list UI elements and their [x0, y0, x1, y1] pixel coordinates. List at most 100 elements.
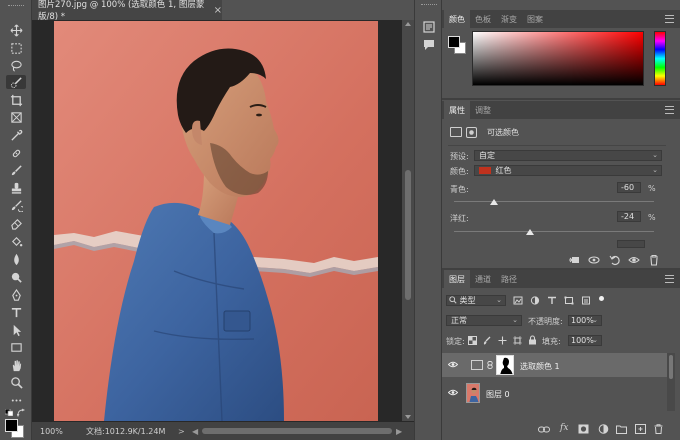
hue-slider[interactable] [654, 31, 666, 86]
swap-colors-icon[interactable] [16, 408, 26, 418]
properties-panel-menu-icon[interactable] [665, 106, 674, 114]
hand-tool-icon[interactable] [6, 358, 26, 372]
tab-channels[interactable]: 通道 [470, 270, 496, 288]
default-colors-icon[interactable] [4, 408, 14, 417]
crop-tool-icon[interactable] [6, 93, 26, 107]
scroll-right-icon[interactable]: ▶ [396, 427, 402, 436]
tab-properties[interactable]: 属性 [444, 101, 470, 119]
filter-toggle-dot[interactable] [599, 296, 604, 301]
next-slider-stub[interactable] [617, 240, 645, 248]
colors-select[interactable]: 红色 ⌄ [474, 165, 662, 176]
new-adjustment-layer-icon[interactable] [598, 424, 609, 434]
blend-mode-select[interactable]: 正常 ⌄ [446, 315, 522, 326]
close-icon[interactable]: × [214, 5, 222, 16]
frame-tool-icon[interactable] [6, 110, 26, 124]
document-tab[interactable]: 图片270.jpg @ 100% (选取颜色 1, 图层蒙版/8) * × [32, 0, 222, 22]
panel-grip[interactable] [8, 5, 24, 7]
blur-tool-icon[interactable] [6, 252, 26, 266]
history-panel-icon[interactable] [421, 20, 437, 34]
layer-thumbnail[interactable] [466, 383, 480, 403]
tab-color[interactable]: 颜色 [444, 10, 470, 28]
brush-tool-icon[interactable] [6, 163, 26, 177]
filter-smart-object-icon[interactable] [581, 296, 591, 305]
edit-toolbar-icon[interactable] [6, 393, 26, 407]
clip-to-layer-icon[interactable] [568, 254, 580, 266]
filter-shape-icon[interactable] [564, 296, 574, 305]
fill-input[interactable]: 100% ⌄ [568, 335, 602, 346]
cyan-input[interactable]: -60 [617, 182, 641, 193]
new-layer-icon[interactable] [635, 424, 646, 434]
image-canvas[interactable] [54, 21, 378, 421]
dodge-tool-icon[interactable] [6, 270, 26, 284]
scroll-up-icon[interactable] [405, 22, 411, 26]
zoom-tool-icon[interactable] [6, 375, 26, 389]
tab-paths[interactable]: 路径 [496, 270, 522, 288]
layers-scrollbar[interactable] [667, 353, 675, 411]
eyedropper-tool-icon[interactable] [6, 128, 26, 142]
status-menu-arrow[interactable]: > [178, 427, 185, 436]
zoom-level[interactable]: 100% [40, 427, 63, 436]
lock-all-icon[interactable] [528, 335, 537, 345]
eye-icon[interactable] [448, 361, 458, 368]
move-tool-icon[interactable] [6, 23, 26, 37]
lock-position-icon[interactable] [498, 336, 507, 345]
paint-bucket-tool-icon[interactable] [6, 234, 26, 248]
dock-grip[interactable] [421, 4, 437, 5]
eraser-tool-icon[interactable] [6, 216, 26, 230]
scrollbar-thumb[interactable] [405, 170, 411, 300]
filter-pixel-icon[interactable] [513, 296, 523, 305]
reset-icon[interactable] [609, 254, 621, 266]
lock-image-pixels-icon[interactable] [483, 336, 492, 345]
new-group-icon[interactable] [616, 424, 627, 434]
filter-type-icon[interactable] [547, 296, 557, 305]
preset-select[interactable]: 自定 ⌄ [474, 150, 662, 161]
pen-tool-icon[interactable] [6, 288, 26, 302]
clone-stamp-tool-icon[interactable] [6, 181, 26, 195]
tab-patterns[interactable]: 图案 [522, 10, 548, 28]
layer-mask-thumbnail[interactable] [496, 355, 514, 375]
rectangle-tool-icon[interactable] [6, 340, 26, 354]
path-selection-tool-icon[interactable] [6, 323, 26, 337]
layer-filter-select[interactable]: 类型 ⌄ [446, 295, 506, 306]
horizontal-scrollbar-thumb[interactable] [202, 428, 392, 434]
opacity-input[interactable]: 100% ⌄ [568, 315, 602, 326]
healing-brush-tool-icon[interactable] [6, 146, 26, 160]
scroll-down-icon[interactable] [405, 415, 411, 419]
foreground-color-swatch[interactable] [5, 419, 18, 432]
lock-transparent-pixels-icon[interactable] [468, 336, 477, 345]
layer-name[interactable]: 选取颜色 1 [520, 361, 560, 372]
adjustment-layer-thumbnail[interactable] [471, 360, 483, 370]
quick-selection-tool-icon[interactable] [6, 75, 26, 89]
view-previous-state-icon[interactable] [588, 254, 600, 266]
scroll-left-icon[interactable]: ◀ [192, 427, 198, 436]
mask-icon[interactable] [466, 126, 477, 138]
link-layers-icon[interactable] [538, 425, 550, 434]
delete-layer-icon[interactable] [653, 424, 664, 434]
tab-gradients[interactable]: 渐变 [496, 10, 522, 28]
eye-icon[interactable] [448, 389, 458, 396]
lock-artboard-icon[interactable] [513, 336, 522, 345]
magenta-slider-track[interactable] [454, 231, 654, 232]
fx-icon[interactable]: fx [560, 423, 568, 433]
type-tool-icon[interactable] [6, 305, 26, 319]
color-field[interactable] [472, 31, 644, 86]
layer-row-selective-color[interactable]: 选取颜色 1 [442, 353, 667, 377]
layers-panel-menu-icon[interactable] [665, 275, 674, 283]
magenta-slider-knob[interactable] [526, 229, 534, 235]
adjustment-layer-icon[interactable] [450, 127, 462, 137]
color-panel-menu-icon[interactable] [665, 15, 674, 23]
tab-swatches[interactable]: 色板 [470, 10, 496, 28]
layer-name[interactable]: 图层 0 [486, 389, 510, 400]
layers-scrollbar-thumb[interactable] [669, 355, 673, 379]
lasso-tool-icon[interactable] [6, 58, 26, 72]
trash-icon[interactable] [648, 254, 660, 266]
filter-adjustment-icon[interactable] [530, 296, 540, 305]
comments-panel-icon[interactable] [421, 38, 437, 52]
layer-row-layer-0[interactable]: 图层 0 [442, 381, 667, 405]
add-mask-icon[interactable] [578, 424, 589, 434]
tab-layers[interactable]: 图层 [444, 270, 470, 288]
link-icon[interactable] [487, 361, 493, 369]
toggle-visibility-icon[interactable] [628, 254, 640, 266]
cyan-slider-knob[interactable] [490, 199, 498, 205]
marquee-tool-icon[interactable] [6, 41, 26, 55]
